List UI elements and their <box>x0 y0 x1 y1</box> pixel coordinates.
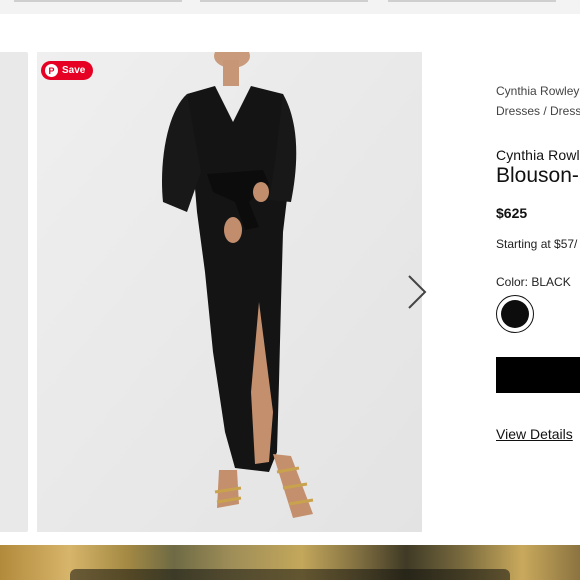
previous-image-thumbnail[interactable] <box>0 52 28 532</box>
chevron-right-icon <box>408 275 427 309</box>
swatch-fill <box>501 300 529 328</box>
top-divider <box>14 0 182 2</box>
product-image[interactable]: P Save <box>37 52 422 532</box>
product-title: Blouson-S <box>496 164 580 187</box>
top-divider <box>388 0 556 2</box>
pinterest-save-label: Save <box>62 65 86 76</box>
bottom-banner-image <box>0 545 580 580</box>
financing-text[interactable]: Starting at $57/ <box>496 237 577 251</box>
breadcrumb-category[interactable]: Dresses / Dress <box>496 104 580 118</box>
pinterest-icon: P <box>45 64 58 77</box>
next-image-button[interactable] <box>402 272 430 312</box>
color-label: Color: BLACK <box>496 275 571 289</box>
product-brand[interactable]: Cynthia Rowle <box>496 147 580 163</box>
color-swatch-black[interactable] <box>496 295 534 333</box>
top-divider <box>200 0 368 2</box>
model-in-dress-illustration <box>37 52 422 532</box>
banner-overlay <box>70 569 510 580</box>
breadcrumb-brand[interactable]: Cynthia Rowley <box>496 84 579 98</box>
pinterest-save-button[interactable]: P Save <box>41 61 94 80</box>
add-to-bag-button[interactable] <box>496 357 580 393</box>
view-details-link[interactable]: View Details <box>496 426 573 442</box>
top-strip <box>0 0 580 14</box>
product-price: $625 <box>496 205 528 221</box>
